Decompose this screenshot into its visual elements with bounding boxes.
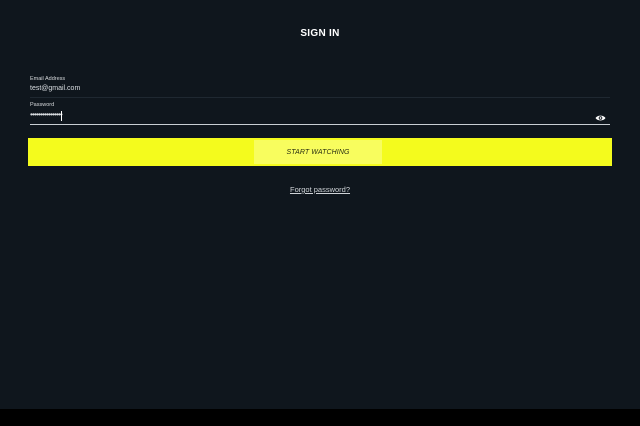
- page-title: SIGN IN: [300, 28, 340, 39]
- password-field[interactable]: ••••••••••••••••: [30, 110, 63, 119]
- start-watching-button[interactable]: START WATCHING: [28, 138, 612, 166]
- password-underline: [30, 124, 610, 125]
- email-field[interactable]: test@gmail.com: [30, 85, 80, 92]
- email-label: Email Address: [30, 76, 66, 82]
- password-label: Password: [30, 102, 55, 108]
- eye-icon[interactable]: [595, 114, 606, 122]
- forgot-password-link[interactable]: Forgot password?: [290, 185, 350, 194]
- forgot-password-container: Forgot password?: [0, 179, 640, 197]
- text-caret: [61, 111, 62, 121]
- sign-in-screen: SIGN IN Email Address test@gmail.com Pas…: [0, 0, 640, 409]
- start-watching-label: START WATCHING: [254, 140, 382, 164]
- email-underline: [30, 97, 610, 98]
